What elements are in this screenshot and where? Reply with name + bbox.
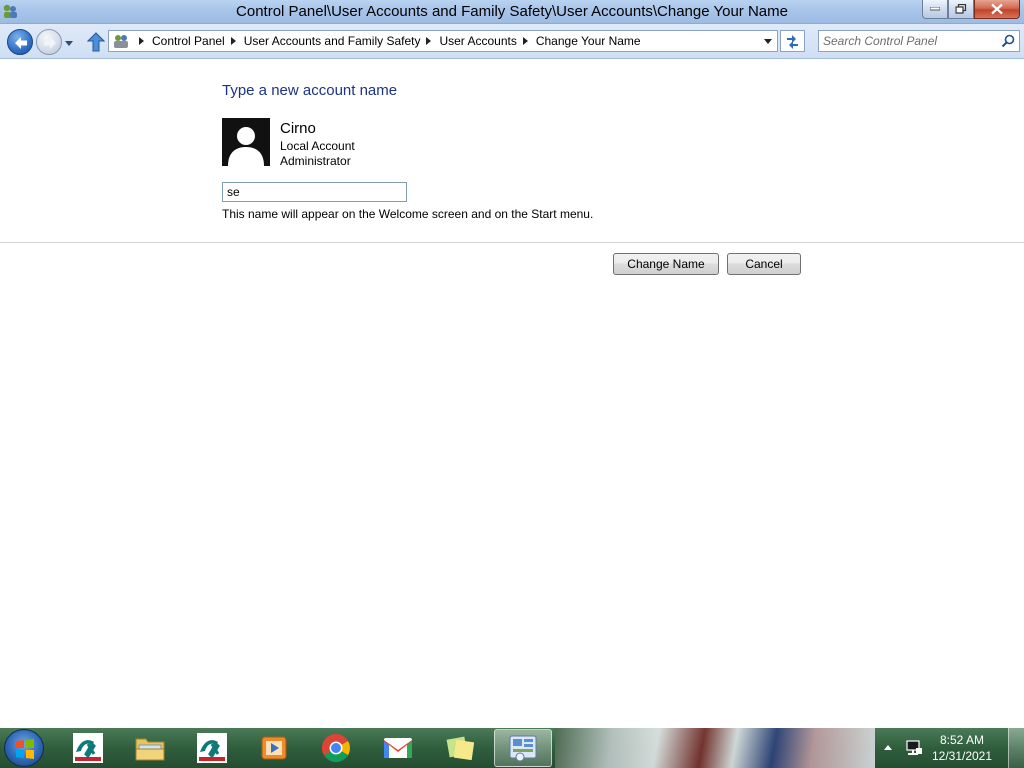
breadcrumb-separator-icon[interactable] — [230, 37, 236, 45]
network-icon[interactable] — [905, 739, 923, 757]
show-desktop-button[interactable] — [1008, 728, 1024, 768]
breadcrumb-separator-icon[interactable] — [426, 37, 432, 45]
user-avatar — [222, 118, 270, 166]
windows-logo-icon — [16, 739, 34, 759]
close-button[interactable] — [974, 0, 1020, 19]
chrome-icon — [322, 734, 350, 762]
breadcrumb-change-your-name[interactable]: Change Your Name — [536, 34, 641, 48]
minimize-button[interactable] — [922, 0, 948, 19]
clock-date: 12/31/2021 — [931, 749, 993, 763]
gmail-icon — [384, 738, 412, 758]
forward-arrow-icon — [44, 37, 56, 49]
control-panel-icon — [509, 735, 537, 762]
search-box[interactable] — [818, 30, 1020, 52]
restore-icon — [955, 4, 967, 14]
back-arrow-icon — [15, 37, 27, 49]
user-silhouette-icon — [222, 118, 270, 166]
recent-pages-dropdown-icon[interactable] — [64, 39, 74, 47]
cancel-button[interactable]: Cancel — [727, 253, 801, 275]
navigation-bar: Control Panel User Accounts and Family S… — [0, 24, 1024, 59]
taskbar-file-explorer[interactable] — [121, 729, 179, 767]
search-input[interactable] — [823, 33, 998, 49]
taskbar-gmail[interactable] — [369, 729, 427, 767]
breadcrumb-separator-icon[interactable] — [522, 37, 528, 45]
taskbar-sticky-notes[interactable] — [431, 729, 489, 767]
start-button[interactable] — [4, 729, 44, 767]
restore-button[interactable] — [948, 0, 974, 19]
account-type: Local Account — [280, 139, 355, 153]
system-clock[interactable]: 8:52 AM 12/31/2021 — [930, 732, 994, 764]
name-hint-text: This name will appear on the Welcome scr… — [222, 207, 594, 221]
folder-icon — [135, 738, 165, 761]
taskbar-control-panel[interactable] — [494, 729, 552, 767]
new-account-name-input[interactable] — [222, 182, 407, 202]
wallpaper-peek — [555, 728, 875, 768]
account-role: Administrator — [280, 154, 351, 168]
show-hidden-icons-icon[interactable] — [884, 744, 892, 750]
credit-agricole-icon — [73, 733, 103, 763]
search-icon[interactable] — [1001, 34, 1015, 48]
refresh-button[interactable] — [780, 30, 805, 52]
divider — [0, 242, 1024, 243]
media-player-icon — [261, 736, 287, 760]
control-panel-icon — [114, 35, 128, 48]
address-bar[interactable]: Control Panel User Accounts and Family S… — [108, 30, 778, 52]
breadcrumb-separator-icon[interactable] — [139, 37, 144, 45]
clock-time: 8:52 AM — [939, 733, 985, 747]
taskbar-credit-agricole-app-2[interactable] — [183, 729, 241, 767]
address-dropdown-icon[interactable] — [759, 31, 777, 51]
breadcrumb-user-accounts[interactable]: User Accounts — [439, 34, 516, 48]
taskbar-credit-agricole-app[interactable] — [59, 729, 117, 767]
title-bar: Control Panel\User Accounts and Family S… — [0, 0, 1024, 24]
back-button[interactable] — [7, 29, 33, 55]
window-title: Control Panel\User Accounts and Family S… — [236, 3, 788, 20]
refresh-icon — [787, 35, 798, 49]
credit-agricole-icon — [197, 733, 227, 763]
user-name: Cirno — [280, 120, 316, 137]
taskbar-chrome[interactable] — [307, 729, 365, 767]
breadcrumb: Control Panel User Accounts and Family S… — [133, 31, 641, 51]
minimize-icon — [930, 7, 940, 11]
taskbar-media-player[interactable] — [245, 729, 303, 767]
sticky-notes-icon — [446, 736, 475, 761]
up-arrow-icon[interactable] — [87, 32, 105, 52]
page-title: Type a new account name — [222, 82, 398, 99]
breadcrumb-user-accounts-and-family-safety[interactable]: User Accounts and Family Safety — [244, 34, 421, 48]
breadcrumb-control-panel[interactable]: Control Panel — [152, 34, 225, 48]
change-name-button[interactable]: Change Name — [613, 253, 719, 275]
forward-button[interactable] — [36, 29, 62, 55]
close-icon — [991, 3, 1003, 15]
main-content: Type a new account name Cirno Local Acco… — [0, 60, 1024, 728]
taskbar: 8:52 AM 12/31/2021 — [0, 728, 1024, 768]
